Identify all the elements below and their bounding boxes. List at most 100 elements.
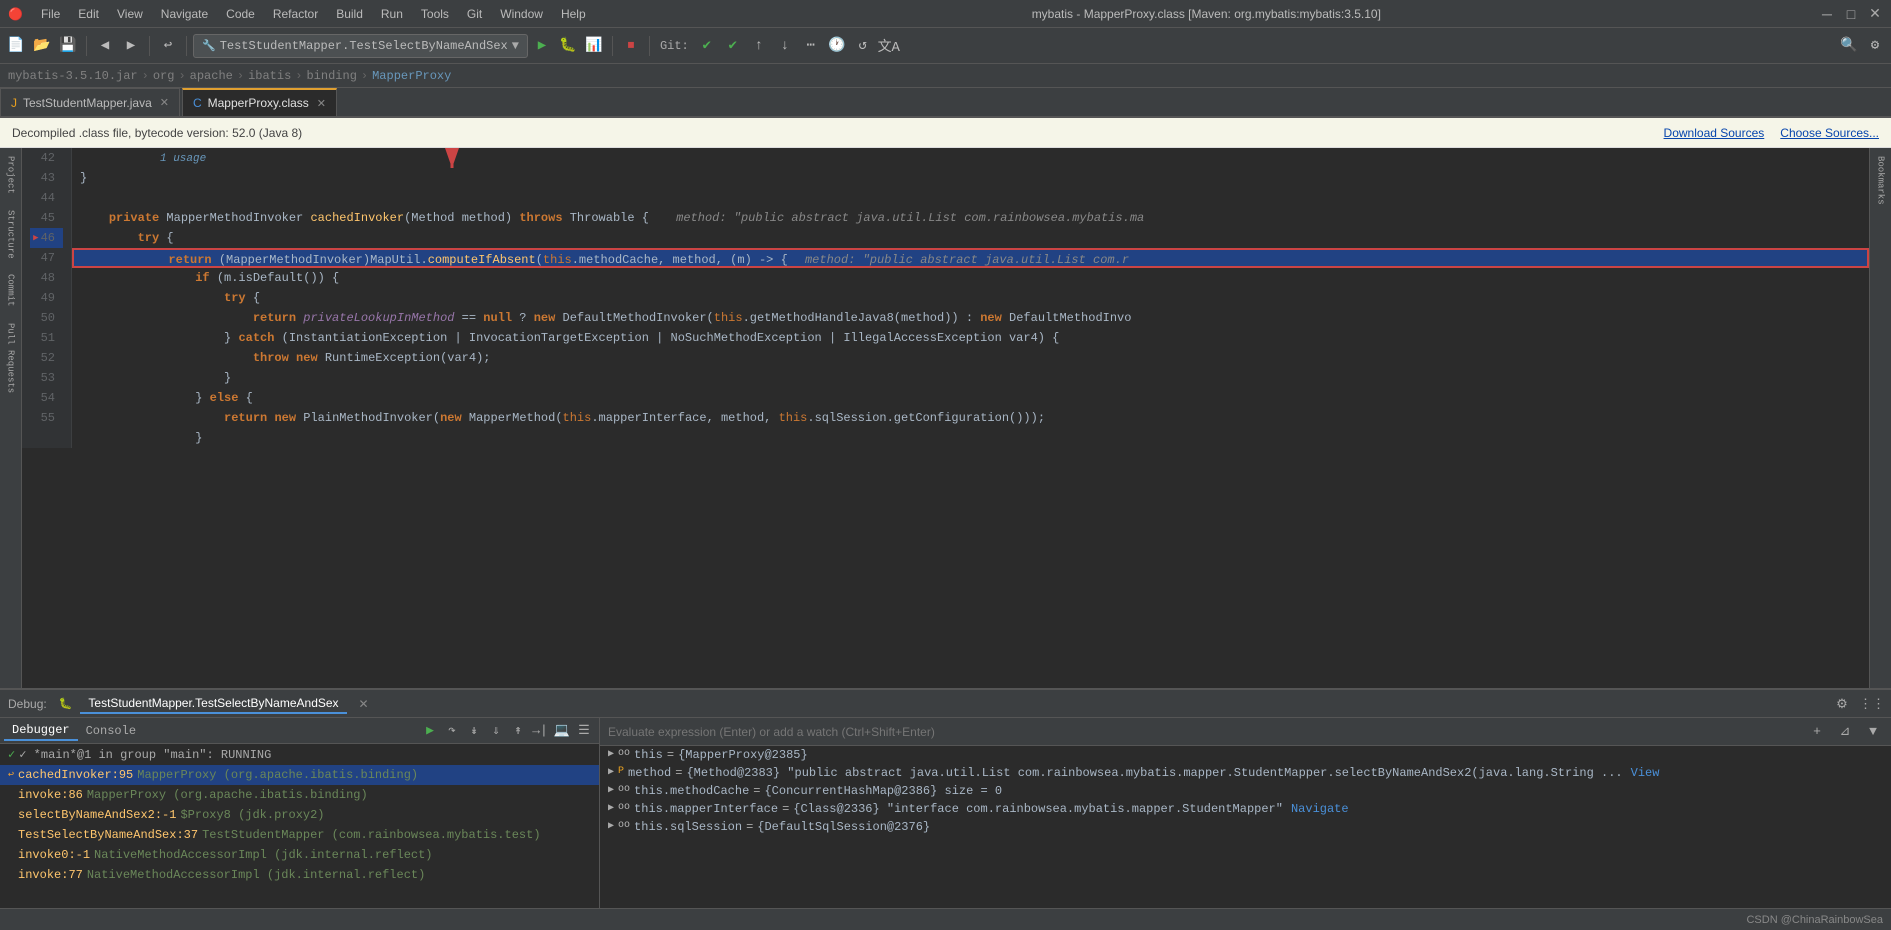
var-method[interactable]: ▶ P method = {Method@2383} "public abstr… (600, 764, 1891, 782)
git-undo-btn[interactable]: ↺ (851, 34, 875, 58)
settings-btn[interactable]: ⚙ (1863, 34, 1887, 58)
menu-run[interactable]: Run (373, 5, 411, 23)
menu-git[interactable]: Git (459, 5, 490, 23)
more-watch-btn[interactable]: ▼ (1863, 722, 1883, 742)
debug-layout-btn[interactable]: ⋮⋮ (1861, 693, 1883, 715)
var-methodcache[interactable]: ▶ oo this.methodCache = {ConcurrentHashM… (600, 782, 1891, 800)
breadcrumb-jar[interactable]: mybatis-3.5.10.jar (8, 69, 138, 83)
bookmarks-panel-label[interactable]: Bookmarks (1876, 152, 1886, 209)
menu-window[interactable]: Window (492, 5, 551, 23)
debug-session-icon: 🐛 (59, 697, 73, 710)
debug-button[interactable]: 🐛 (556, 34, 580, 58)
run-to-cursor-btn[interactable]: →| (529, 720, 551, 742)
save-btn[interactable]: 💾 (56, 34, 80, 58)
evaluate-btn[interactable]: 💻 (551, 720, 573, 742)
step-out-btn[interactable]: ↟ (507, 720, 529, 742)
ln-51: 51 (30, 328, 63, 348)
var-this-expand[interactable]: ▶ (608, 748, 614, 760)
debug-settings-btn[interactable]: ⚙ (1831, 693, 1853, 715)
git-pull-btn[interactable]: ↓ (773, 34, 797, 58)
git-check2-btn[interactable]: ✔ (721, 34, 745, 58)
stop-button[interactable]: ⏹ (619, 34, 643, 58)
stack-frame-5[interactable]: ↩ invoke:77 NativeMethodAccessorImpl (jd… (0, 865, 599, 885)
breadcrumb-ibatis[interactable]: ibatis (248, 69, 291, 83)
structure-panel-label[interactable]: Structure (6, 206, 16, 263)
var-mapperinterface-navigate-link[interactable]: Navigate (1291, 802, 1349, 816)
download-sources-link[interactable]: Download Sources (1664, 126, 1765, 140)
stack-frame-3[interactable]: ↩ TestSelectByNameAndSex:37 TestStudentM… (0, 825, 599, 845)
git-push-btn[interactable]: ↑ (747, 34, 771, 58)
new-file-btn[interactable]: 📄 (4, 34, 28, 58)
code-editor[interactable]: 42 43 44 45 ▶46 47 48 49 50 51 52 53 54 … (22, 148, 1869, 688)
stack-frame-4[interactable]: ↩ invoke0:-1 NativeMethodAccessorImpl (j… (0, 845, 599, 865)
close-button[interactable]: ✕ (1867, 6, 1883, 22)
run-button[interactable]: ▶ (530, 34, 554, 58)
debug-session-close[interactable]: ✕ (359, 697, 369, 711)
search-everywhere-btn[interactable]: 🔍 (1837, 34, 1861, 58)
var-mapperinterface-expand[interactable]: ▶ (608, 802, 614, 814)
var-mapperinterface[interactable]: ▶ oo this.mapperInterface = {Class@2336}… (600, 800, 1891, 818)
tab-mapperproxy[interactable]: C MapperProxy.class ✕ (182, 88, 337, 116)
undo-btn[interactable]: ↩ (156, 34, 180, 58)
choose-sources-link[interactable]: Choose Sources... (1780, 126, 1879, 140)
frame-2-name: selectByNameAndSex2:-1 (18, 808, 176, 822)
menu-build[interactable]: Build (328, 5, 371, 23)
project-panel-label[interactable]: Project (6, 152, 16, 198)
pull-requests-panel-label[interactable]: Pull Requests (6, 319, 16, 397)
resume-btn[interactable]: ▶ (419, 720, 441, 742)
step-into-btn[interactable]: ↡ (463, 720, 485, 742)
tab-mapperproxy-close[interactable]: ✕ (317, 97, 326, 110)
breadcrumb-apache[interactable]: apache (190, 69, 233, 83)
throws-keyword: throws (519, 211, 562, 225)
debugger-tab[interactable]: Debugger (4, 721, 78, 741)
tab-teststudentmapper-close[interactable]: ✕ (160, 96, 169, 109)
breadcrumb-binding[interactable]: binding (306, 69, 356, 83)
git-history-btn[interactable]: 🕐 (825, 34, 849, 58)
debug-subtabs: Debugger Console ▶ ↷ ↡ ⇓ ↟ →| 💻 ☰ (0, 718, 599, 744)
var-methodcache-expand[interactable]: ▶ (608, 784, 614, 796)
stack-frame-1[interactable]: ↩ invoke:86 MapperProxy (org.apache.ibat… (0, 785, 599, 805)
run-config-selector[interactable]: 🔧 TestStudentMapper.TestSelectByNameAndS… (193, 34, 528, 58)
step-over-btn[interactable]: ↷ (441, 720, 463, 742)
menu-tools[interactable]: Tools (413, 5, 457, 23)
breadcrumb-org[interactable]: org (153, 69, 175, 83)
frames-list-btn[interactable]: ☰ (573, 720, 595, 742)
filter-btn[interactable]: ⊿ (1835, 722, 1855, 742)
menu-help[interactable]: Help (553, 5, 594, 23)
separator-2 (149, 36, 150, 56)
watch-expression-input[interactable] (608, 725, 1799, 739)
git-more-btn[interactable]: ⋯ (799, 34, 823, 58)
tab-teststudentmapper[interactable]: J TestStudentMapper.java ✕ (0, 88, 180, 116)
var-mapperinterface-type-icon: oo (618, 802, 630, 813)
back-btn[interactable]: ◀ (93, 34, 117, 58)
menu-refactor[interactable]: Refactor (265, 5, 326, 23)
menu-view[interactable]: View (109, 5, 151, 23)
var-sqlsession-value: {DefaultSqlSession@2376} (757, 820, 930, 834)
maximize-button[interactable]: □ (1843, 6, 1859, 22)
git-check-btn[interactable]: ✔ (695, 34, 719, 58)
usage-line: 1 usage (72, 148, 1869, 168)
force-step-into-btn[interactable]: ⇓ (485, 720, 507, 742)
var-this[interactable]: ▶ oo this = {MapperProxy@2385} (600, 746, 1891, 764)
var-sqlsession-expand[interactable]: ▶ (608, 820, 614, 832)
translate-btn[interactable]: 文A (877, 34, 901, 58)
stack-frame-0[interactable]: ↩ cachedInvoker:95 MapperProxy (org.apac… (0, 765, 599, 785)
breadcrumb-mapperproxy[interactable]: MapperProxy (372, 69, 451, 83)
debug-session-tab[interactable]: TestStudentMapper.TestSelectByNameAndSex (80, 694, 346, 714)
tab-teststudentmapper-label: TestStudentMapper.java (23, 96, 152, 110)
commit-panel-label[interactable]: Commit (6, 270, 16, 310)
stack-frame-2[interactable]: ↩ selectByNameAndSex2:-1 $Proxy8 (jdk.pr… (0, 805, 599, 825)
var-method-view-link[interactable]: View (1631, 766, 1660, 780)
add-watch-btn[interactable]: + (1807, 722, 1827, 742)
menu-file[interactable]: File (33, 5, 68, 23)
var-sqlsession[interactable]: ▶ oo this.sqlSession = {DefaultSqlSessio… (600, 818, 1891, 836)
menu-edit[interactable]: Edit (70, 5, 107, 23)
minimize-button[interactable]: ─ (1819, 6, 1835, 22)
coverage-btn[interactable]: 📊 (582, 34, 606, 58)
var-method-expand[interactable]: ▶ (608, 766, 614, 778)
menu-code[interactable]: Code (218, 5, 263, 23)
console-tab[interactable]: Console (78, 722, 144, 740)
open-btn[interactable]: 📂 (30, 34, 54, 58)
menu-navigate[interactable]: Navigate (153, 5, 216, 23)
forward-btn[interactable]: ▶ (119, 34, 143, 58)
